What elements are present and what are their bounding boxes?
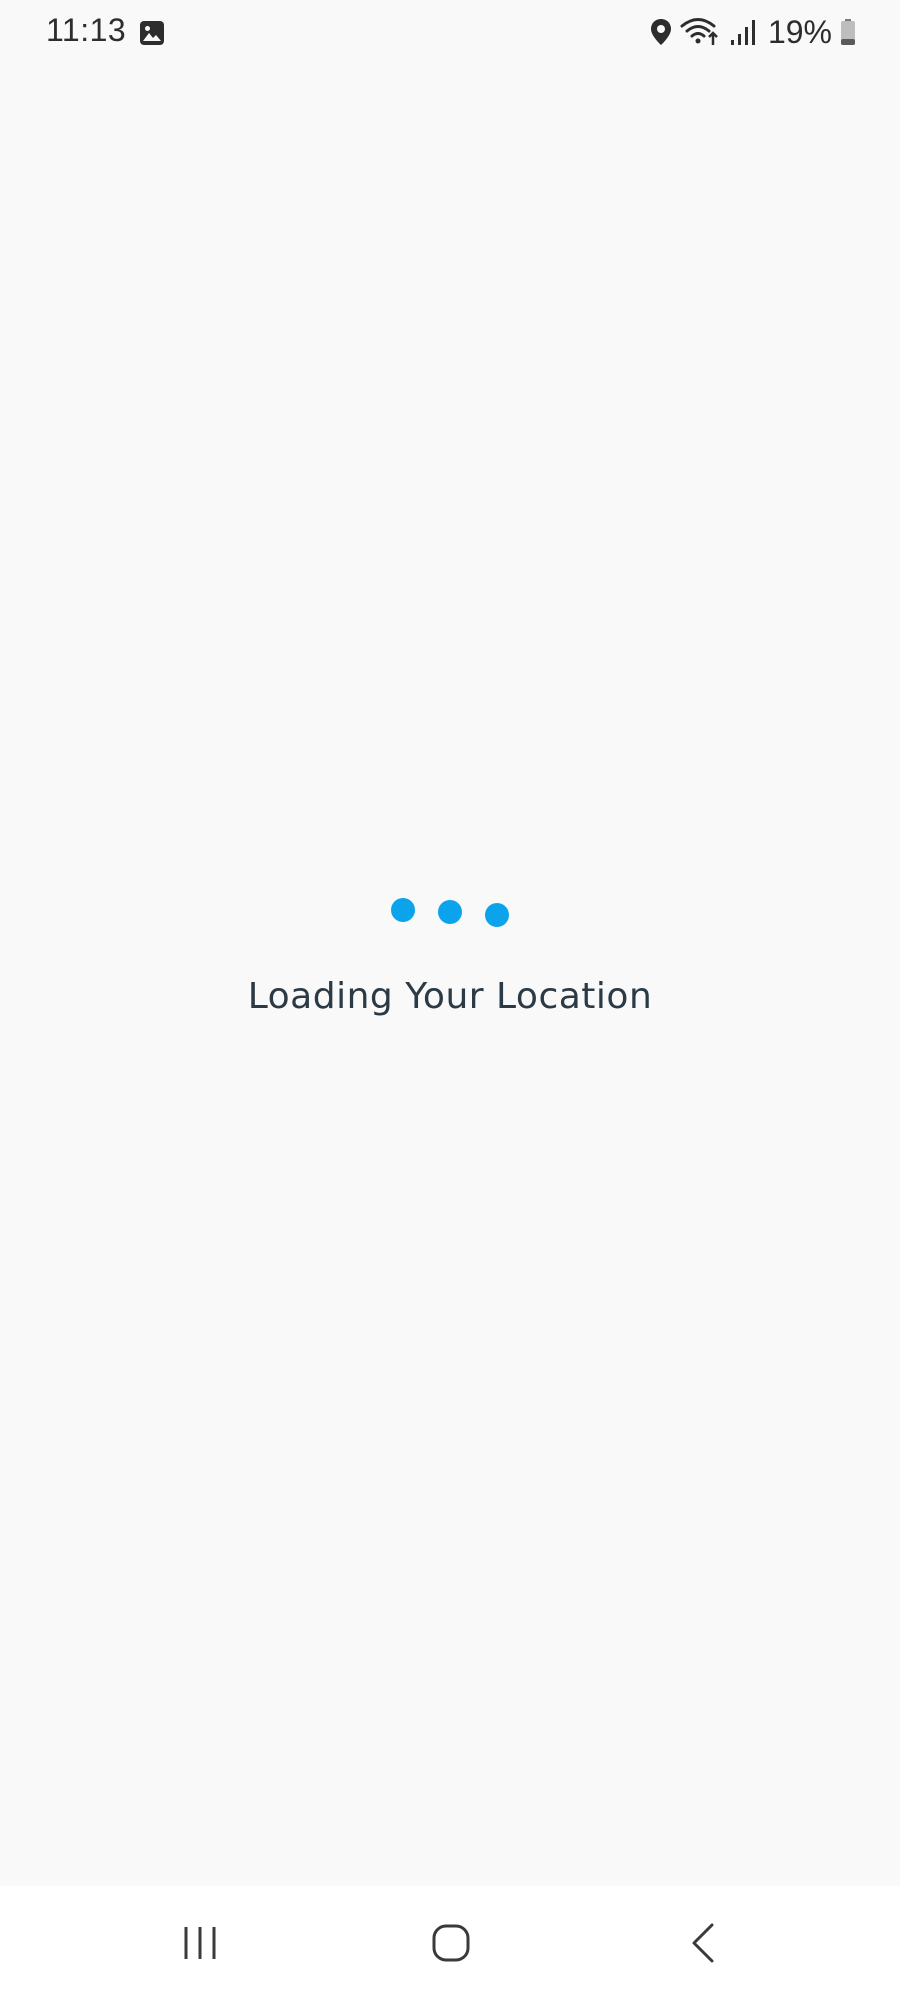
back-button[interactable] xyxy=(664,1908,744,1978)
home-icon xyxy=(432,1924,470,1962)
navigation-bar xyxy=(0,1886,900,2000)
loading-indicator xyxy=(0,890,900,930)
loading-dot xyxy=(391,898,415,922)
home-button[interactable] xyxy=(411,1908,491,1978)
status-time: 11:13 xyxy=(46,12,127,48)
battery-percent: 19% xyxy=(767,13,832,50)
loading-dot xyxy=(438,900,462,924)
back-icon xyxy=(692,1923,714,1963)
loading-dot xyxy=(485,903,509,927)
wifi-icon xyxy=(680,17,722,47)
loading-message: Loading Your Location xyxy=(247,976,653,1017)
recents-button[interactable] xyxy=(160,1908,240,1978)
recents-icon xyxy=(184,1927,216,1959)
battery-icon xyxy=(840,18,856,46)
status-icons: 19% xyxy=(650,12,856,52)
gallery-icon xyxy=(138,19,166,47)
status-bar: 11:13 19% xyxy=(0,0,900,64)
signal-icon xyxy=(730,18,756,46)
location-icon xyxy=(650,18,672,46)
